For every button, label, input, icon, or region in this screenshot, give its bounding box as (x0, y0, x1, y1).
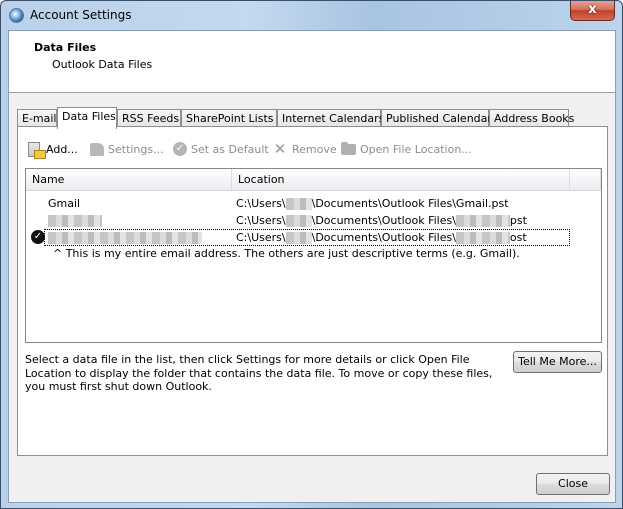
file-name (48, 212, 102, 229)
remove-x-icon: ✕ (273, 140, 287, 158)
default-file-check-icon: ✓ (31, 230, 45, 244)
header-title: Data Files (34, 41, 97, 54)
add-data-file-icon (28, 141, 46, 159)
add-label: Add... (46, 142, 78, 156)
remove-label: Remove (292, 142, 337, 156)
location-extension: pst (509, 214, 527, 227)
settings-button[interactable]: Settings... (90, 137, 164, 161)
column-header-spacer (570, 169, 601, 191)
list-row[interactable]: C:\Users\ \Documents\Outlook Files\ pst (26, 212, 601, 229)
redacted-username (285, 198, 312, 210)
settings-icon (90, 142, 104, 156)
list-header: Name Location (26, 169, 601, 191)
column-header-location[interactable]: Location (232, 169, 570, 191)
data-files-list[interactable]: Name Location Gmail C:\Users\ \Documents\… (25, 168, 602, 343)
file-location: C:\Users\ \Documents\Outlook Files\ pst (236, 212, 527, 229)
list-row[interactable]: Gmail C:\Users\ \Documents\Outlook Files\… (26, 195, 601, 212)
redacted-email-address (48, 232, 202, 244)
account-settings-window: Account Settings x Data Files Outlook Da… (0, 0, 623, 509)
redacted-name (48, 215, 102, 227)
folder-icon (341, 141, 356, 155)
tab-data-files[interactable]: Data Files (57, 107, 117, 129)
file-location: C:\Users\ \Documents\Outlook Files\ ost (236, 229, 527, 246)
title-bar[interactable]: Account Settings x (1, 1, 622, 31)
close-button[interactable]: Close (536, 473, 610, 495)
tell-me-more-button[interactable]: Tell Me More... (513, 351, 602, 373)
outlook-app-icon (9, 8, 24, 23)
open-file-location-button[interactable]: Open File Location... (341, 137, 472, 161)
add-button[interactable]: Add... (28, 137, 78, 161)
remove-button[interactable]: ✕ Remove (272, 137, 337, 161)
window-close-button[interactable]: x (570, 1, 615, 21)
redacted-filename (455, 232, 510, 244)
redacted-username (285, 232, 312, 244)
header-panel: Data Files Outlook Data Files (9, 31, 615, 93)
window-title: Account Settings (30, 8, 132, 22)
location-prefix: C:\Users\ (236, 197, 286, 210)
list-row-selected[interactable]: ✓ C:\Users\ \Documents\Outlook Files\ ost (26, 229, 601, 246)
file-name: Gmail (48, 197, 81, 210)
column-header-name[interactable]: Name (26, 169, 232, 191)
redacted-username (285, 215, 312, 227)
dialog-client-area: Data Files Outlook Data Files E-mail Dat… (8, 30, 616, 503)
location-prefix: C:\Users\ (236, 231, 286, 244)
redacted-filename (455, 215, 510, 227)
set-as-default-button[interactable]: ✓ Set as Default (173, 137, 269, 161)
location-folder: \Documents\Outlook Files\ (311, 214, 456, 227)
location-prefix: C:\Users\ (236, 214, 286, 227)
open-file-location-label: Open File Location... (360, 142, 472, 156)
file-location: C:\Users\ \Documents\Outlook Files\Gmail.… (236, 195, 509, 212)
location-filename: Gmail.pst (455, 197, 509, 210)
help-text: Select a data file in the list, then cli… (25, 353, 493, 393)
location-folder: \Documents\Outlook Files\ (311, 231, 456, 244)
set-as-default-label: Set as Default (191, 142, 269, 156)
toolbar: Add... Settings... ✓ Set as Default ✕ Re… (18, 137, 607, 161)
settings-label: Settings... (108, 142, 164, 156)
header-subtitle: Outlook Data Files (52, 58, 153, 71)
check-circle-icon: ✓ (173, 142, 187, 156)
location-folder: \Documents\Outlook Files\ (311, 197, 456, 210)
annotation-note: ^ This is my entire email address. The o… (53, 247, 520, 260)
location-extension: ost (509, 231, 527, 244)
data-files-panel: Add... Settings... ✓ Set as Default ✕ Re… (17, 126, 608, 456)
file-name (48, 229, 202, 246)
